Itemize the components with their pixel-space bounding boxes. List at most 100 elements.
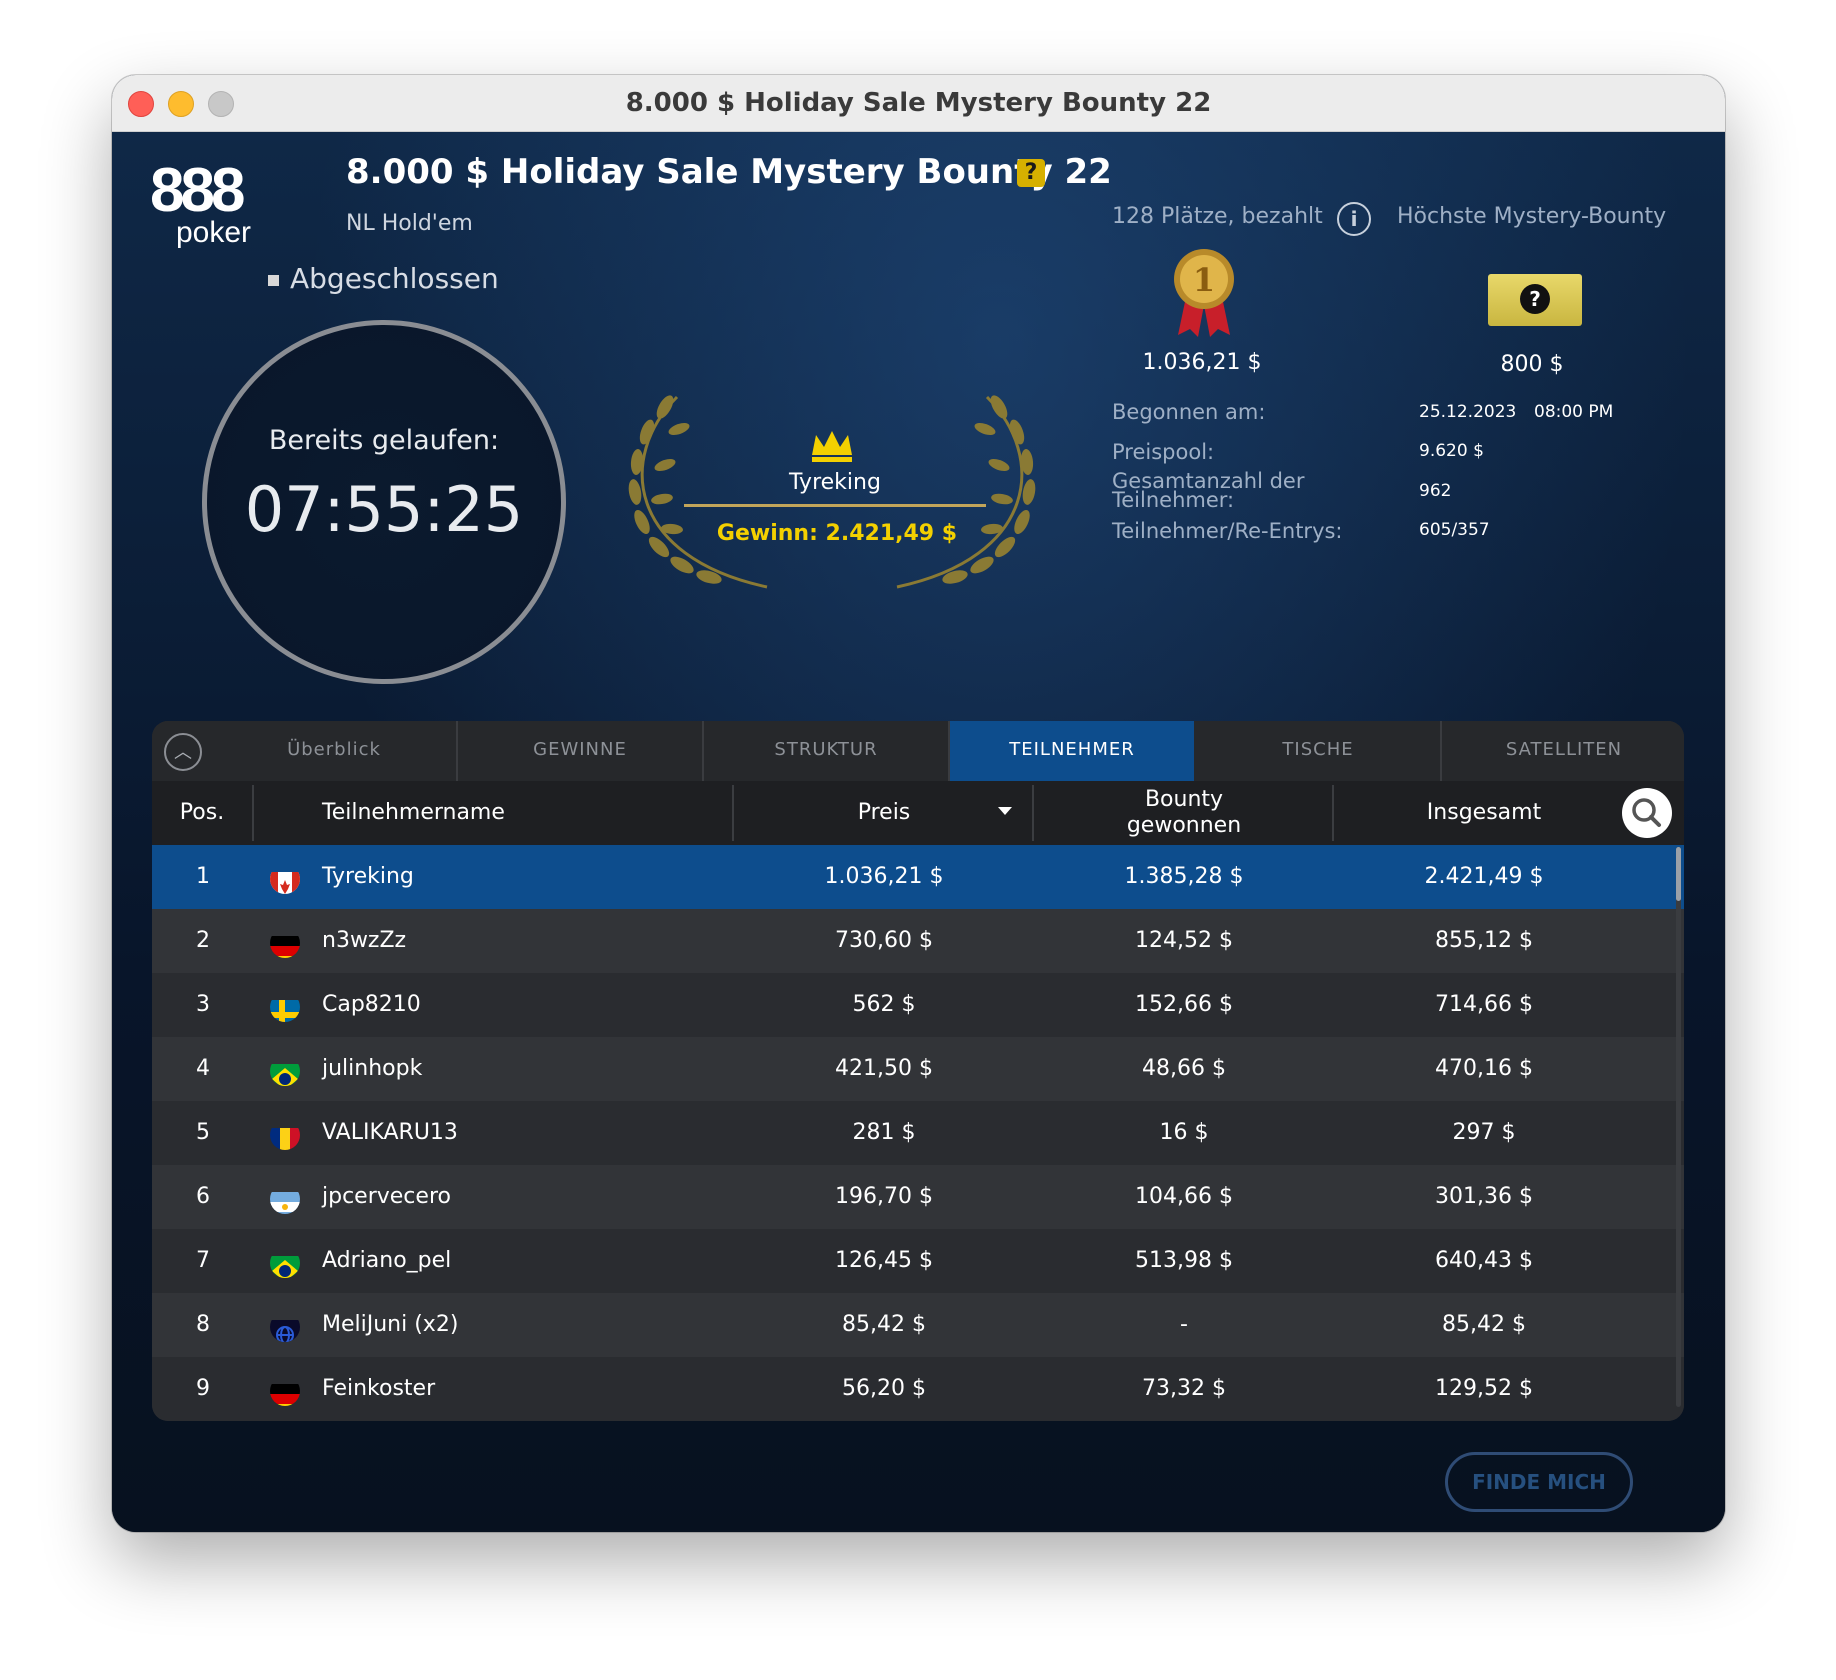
header-prize[interactable]: Preis [734,781,1034,845]
tab-bar: ︿ Überblick GEWINNE STRUKTUR TEILNEHMER … [152,721,1684,781]
row-total: 129,52 $ [1435,1376,1533,1401]
germany-flag-icon [270,928,300,958]
info-icon[interactable]: i [1337,202,1371,236]
row-bounty: 152,66 $ [1135,992,1233,1017]
laurel-wreath-icon [628,395,1036,589]
winner-prize: Gewinn: 2.421,49 $ [716,521,958,546]
tab-overview[interactable]: Überblick [212,721,458,781]
table-row[interactable]: 6 jpcervecero 196,70 $ 104,66 $ 301,36 $ [152,1165,1684,1229]
table-row[interactable]: 8 MeliJuni (x2) 85,42 $ - 85,42 $ [152,1293,1684,1357]
header-bounty-line2: gewonnen [1126,813,1242,838]
row-player-name: julinhopk [322,1056,423,1081]
tab-prizes[interactable]: GEWINNE [458,721,704,781]
row-bounty: 124,52 $ [1135,928,1233,953]
header-player-name[interactable]: Teilnehmername [322,781,722,845]
participants-value: 962 [1419,481,1452,501]
search-icon [1632,798,1661,827]
table-row[interactable]: 5 VALIKARU13 281 $ 16 $ 297 $ [152,1101,1684,1165]
sort-down-icon[interactable] [998,807,1012,815]
row-player-name: Cap8210 [322,992,421,1017]
logo-poker-text: poker [176,216,252,249]
table-row[interactable]: 3 Cap8210 562 $ 152,66 $ 714,66 $ [152,973,1684,1037]
table-header: Pos. Teilnehmername Preis Bounty gewonne… [152,781,1684,846]
tab-structure[interactable]: STRUKTUR [704,721,950,781]
tournament-title: 8.000 $ Holiday Sale Mystery Bounty 22 [346,152,1112,192]
row-position: 2 [196,928,210,953]
crown-icon [812,431,852,462]
row-prize: 85,42 $ [842,1312,926,1337]
table-row[interactable]: 2 n3wzZz 730,60 $ 124,52 $ 855,12 $ [152,909,1684,973]
started-time: 08:00 PM [1534,402,1614,422]
argentina-flag-icon [270,1184,300,1214]
game-type: NL Hold'em [346,211,473,236]
tab-tables[interactable]: TISCHE [1196,721,1442,781]
winner-name: Tyreking [789,470,881,495]
row-position: 6 [196,1184,210,1209]
participants-label-line2: Teilnehmer: [1112,488,1235,512]
find-me-button[interactable]: FINDE MICH [1445,1452,1633,1512]
row-prize: 730,60 $ [835,928,933,953]
row-position: 9 [196,1376,210,1401]
scrollbar-thumb[interactable] [1676,847,1681,901]
row-total: 85,42 $ [1442,1312,1526,1337]
row-position: 1 [196,864,210,889]
row-bounty: 104,66 $ [1135,1184,1233,1209]
row-bounty: 1.385,28 $ [1124,864,1244,889]
row-prize: 1.036,21 $ [824,864,944,889]
scrollbar-track[interactable] [1676,847,1681,1407]
row-total: 470,16 $ [1435,1056,1533,1081]
germany-flag-icon [270,1376,300,1406]
row-total: 640,43 $ [1435,1248,1533,1273]
888poker-logo: 888 poker [150,156,270,256]
prizepool-value: 9.620 $ [1419,441,1484,461]
header-bounty[interactable]: Bounty gewonnen [1034,781,1334,845]
reentries-label: Teilnehmer/Re-Entrys: [1112,519,1343,543]
row-prize: 562 $ [852,992,916,1017]
status-square-icon [268,275,279,286]
tournament-lobby: 888 poker 8.000 $ Holiday Sale Mystery B… [112,132,1725,1532]
brazil-flag-icon [270,1248,300,1278]
question-mark-icon: ? [1520,284,1550,314]
first-place-prize: 1.036,21 $ [1142,350,1262,375]
row-total: 297 $ [1452,1120,1516,1145]
help-badge-icon[interactable]: ? [1017,159,1045,187]
participants-table: 1 Tyreking 1.036,21 $ 1.385,28 $ 2.421,4… [152,845,1684,1421]
tab-satellites[interactable]: SATELLITEN [1442,721,1684,781]
table-row[interactable]: 7 Adriano_pel 126,45 $ 513,98 $ 640,43 $ [152,1229,1684,1293]
mystery-bounty-prize: 800 $ [1500,352,1564,377]
brazil-flag-icon [270,1056,300,1086]
app-window: 8.000 $ Holiday Sale Mystery Bounty 22 8… [112,75,1725,1532]
globe-flag-icon [270,1312,300,1342]
chevron-up-icon[interactable]: ︿ [164,733,202,771]
table-row[interactable]: 1 Tyreking 1.036,21 $ 1.385,28 $ 2.421,4… [152,845,1684,909]
row-prize: 126,45 $ [835,1248,933,1273]
tab-participants[interactable]: TEILNEHMER [950,721,1194,781]
reentries-value: 605/357 [1419,520,1490,540]
tournament-status: Abgeschlossen [290,262,499,295]
row-prize: 56,20 $ [842,1376,926,1401]
search-button[interactable] [1622,788,1672,838]
row-player-name: Tyreking [322,864,414,889]
places-paid: 128 Plätze, bezahlt [1112,204,1323,229]
timer-value: 07:55:25 [244,473,524,546]
row-player-name: MeliJuni (x2) [322,1312,459,1337]
started-label: Begonnen am: [1112,400,1266,424]
elapsed-timer: Bereits gelaufen: 07:55:25 [202,320,566,684]
row-position: 3 [196,992,210,1017]
svg-text:1: 1 [1193,261,1215,299]
row-bounty: 513,98 $ [1135,1248,1233,1273]
row-bounty: 16 $ [1159,1120,1209,1145]
row-prize: 196,70 $ [835,1184,933,1209]
window-title: 8.000 $ Holiday Sale Mystery Bounty 22 [625,88,1212,118]
header-bounty-line1: Bounty [1144,787,1224,812]
table-row[interactable]: 9 Feinkoster 56,20 $ 73,32 $ 129,52 $ [152,1357,1684,1421]
started-date: 25.12.2023 [1419,402,1517,422]
header-total[interactable]: Insgesamt [1334,781,1634,845]
mystery-bounty-label: Höchste Mystery-Bounty [1397,204,1667,229]
tournament-details-panel: ︿ Überblick GEWINNE STRUKTUR TEILNEHMER … [152,721,1684,1421]
table-row[interactable]: 4 julinhopk 421,50 $ 48,66 $ 470,16 $ [152,1037,1684,1101]
row-prize: 421,50 $ [835,1056,933,1081]
row-position: 5 [196,1120,210,1145]
header-position[interactable]: Pos. [152,781,252,845]
row-total: 714,66 $ [1435,992,1533,1017]
